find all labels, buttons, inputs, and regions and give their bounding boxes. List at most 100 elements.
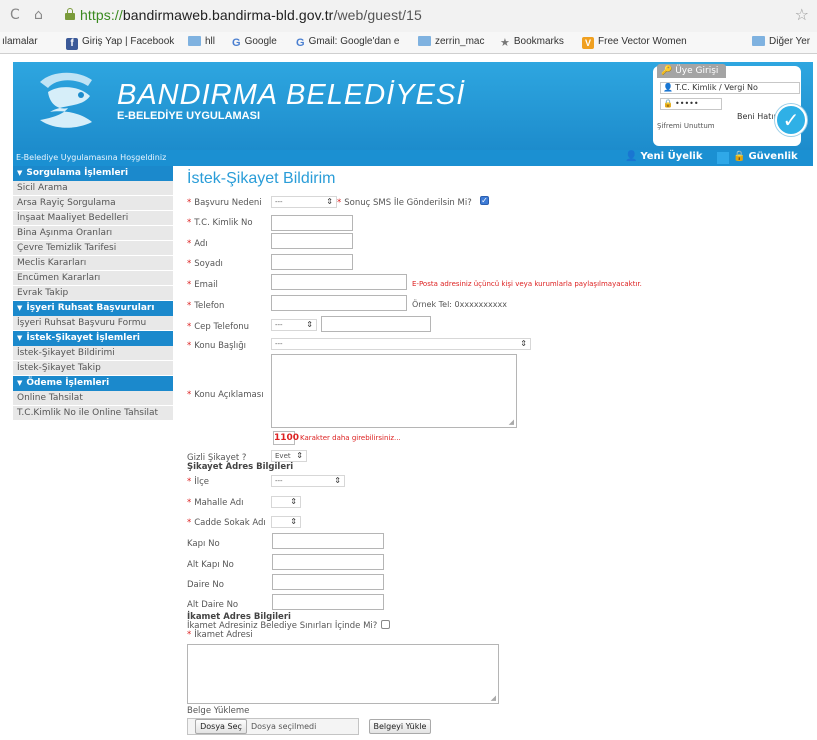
- sidebar-item[interactable]: Evrak Takip: [13, 286, 173, 301]
- char-counter-note: Karakter daha girebilirsiniz...: [300, 434, 401, 442]
- ad-input[interactable]: [271, 233, 353, 249]
- page-title: İstek-Şikayet Bildirim: [187, 170, 336, 187]
- sidebar: ▼ Sorgulama İşlemleri Sicil Arama Arsa Ra…: [13, 166, 173, 506]
- login-tab[interactable]: 🔑 Üye Girişi: [657, 64, 727, 78]
- site-header: BANDIRMA BELEDİYESİ E-BELEDİYE UYGULAMAS…: [13, 62, 813, 150]
- cadde-select[interactable]: ⇕: [271, 516, 301, 528]
- upload-button[interactable]: Belgeyi Yükle: [369, 719, 431, 734]
- bookmark-hll[interactable]: hll: [188, 36, 215, 47]
- cep-input[interactable]: [321, 316, 431, 332]
- telefon-hint: Örnek Tel: 0xxxxxxxxxx: [412, 300, 507, 309]
- section-istek-sikayet[interactable]: ▼ İstek-Şikayet İşlemleri: [13, 331, 173, 346]
- konu-aciklamasi-textarea[interactable]: ◢: [271, 354, 517, 428]
- bookmark-gmail[interactable]: G Gmail: Google'dan e: [296, 36, 399, 49]
- ilce-select[interactable]: --- ⇕: [271, 475, 345, 487]
- home-icon[interactable]: ⌂: [34, 7, 43, 23]
- bookmark-vector[interactable]: V Free Vector Women: [582, 36, 687, 49]
- sidebar-item[interactable]: Çevre Temizlik Tarifesi: [13, 241, 173, 256]
- label-mahalle: * Mahalle Adı: [187, 498, 244, 508]
- address-bar[interactable]: https://bandirmaweb.bandirma-bld.gov.tr/…: [80, 7, 422, 23]
- star-icon: ★: [500, 37, 510, 49]
- konu-basligi-select[interactable]: --- ⇕: [271, 338, 531, 350]
- basvuru-nedeni-select[interactable]: --- ⇕: [271, 196, 337, 208]
- updown-arrow-icon: ⇕: [334, 476, 341, 485]
- new-member-link[interactable]: 👤 Yeni Üyelik: [625, 151, 703, 162]
- label-ikamet-adres: * İkamet Adresi: [187, 630, 253, 640]
- section-odeme[interactable]: ▼ Ödeme İşlemleri: [13, 376, 173, 391]
- sidebar-item[interactable]: T.C.Kimlik No ile Online Tahsilat: [13, 406, 173, 421]
- updown-arrow-icon: ⇕: [290, 497, 297, 506]
- triangle-down-icon: ▼: [17, 334, 23, 342]
- password-field[interactable]: 🔒 •••••: [660, 98, 722, 110]
- facebook-icon: f: [66, 38, 78, 50]
- forgot-password-link[interactable]: Şifremi Unuttum: [657, 122, 715, 130]
- triangle-down-icon: ▼: [17, 169, 23, 177]
- bookmark-google[interactable]: G Google: [232, 36, 277, 49]
- sidebar-item[interactable]: İstek-Şikayet Takip: [13, 361, 173, 376]
- updown-arrow-icon: ⇕: [296, 451, 303, 460]
- telefon-input[interactable]: [271, 295, 407, 311]
- folder-icon: [418, 36, 431, 46]
- triangle-down-icon: ▼: [17, 304, 23, 312]
- alt-daire-input[interactable]: [272, 594, 384, 610]
- sidebar-item[interactable]: İnşaat Maaliyet Bedelleri: [13, 211, 173, 226]
- vector-icon: V: [582, 37, 594, 49]
- id-field[interactable]: 👤 T.C. Kimlik / Vergi No: [660, 82, 800, 94]
- label-telefon: * Telefon: [187, 301, 225, 311]
- bookmark-facebook[interactable]: f Giriş Yap | Facebook: [66, 36, 174, 50]
- updown-arrow-icon: ⇕: [520, 339, 527, 348]
- security-link[interactable]: 🔒 Güvenlik: [733, 151, 798, 162]
- label-cadde: * Cadde Sokak Adı: [187, 518, 266, 528]
- tc-input[interactable]: [271, 215, 353, 231]
- label-belge: Belge Yükleme: [187, 706, 250, 716]
- bookmark-zerrin[interactable]: zerrin_mac: [418, 36, 484, 47]
- bookmark-item[interactable]: ılamalar: [2, 36, 38, 47]
- mahalle-select[interactable]: ⇕: [271, 496, 301, 508]
- sidebar-item[interactable]: Sicil Arama: [13, 181, 173, 196]
- sidebar-item[interactable]: Arsa Rayiç Sorgulama: [13, 196, 173, 211]
- nav-divider: [717, 152, 729, 164]
- browser-toolbar: C ⌂ https://bandirmaweb.bandirma-bld.gov…: [0, 0, 817, 32]
- sidebar-item[interactable]: İşyeri Ruhsat Başvuru Formu: [13, 316, 173, 331]
- lock-small-icon: 🔒: [663, 99, 673, 108]
- bookmark-star-icon[interactable]: ☆: [795, 5, 809, 24]
- section-sorgulama[interactable]: ▼ Sorgulama İşlemleri: [13, 166, 173, 181]
- kapi-input[interactable]: [272, 533, 384, 549]
- reload-icon[interactable]: C: [10, 7, 20, 23]
- updown-arrow-icon: ⇕: [290, 517, 297, 526]
- daire-input[interactable]: [272, 574, 384, 590]
- ikamet-adres-textarea[interactable]: ◢: [187, 644, 499, 704]
- login-submit-button[interactable]: ✓: [775, 104, 807, 136]
- sidebar-item[interactable]: İstek-Şikayet Bildirimi: [13, 346, 173, 361]
- lock-icon: [65, 8, 75, 20]
- label-alt-kapi: Alt Kapı No: [187, 560, 234, 570]
- sms-checkbox[interactable]: ✓: [480, 196, 489, 205]
- bookmark-bookmarks[interactable]: ★ Bookmarks: [500, 36, 564, 49]
- label-sms: * Sonuç SMS İle Gönderilsin Mi?: [337, 198, 472, 208]
- bookmark-other[interactable]: Diğer Yer: [752, 36, 810, 47]
- email-input[interactable]: [271, 274, 407, 290]
- resize-grip-icon: ◢: [490, 694, 496, 702]
- sidebar-item[interactable]: Meclis Kararları: [13, 256, 173, 271]
- alt-kapi-input[interactable]: [272, 554, 384, 570]
- label-konu-basligi: * Konu Başlığı: [187, 341, 247, 351]
- nav-strip: E-Belediye Uygulamasına Hoşgeldiniz 👤 Yen…: [13, 150, 813, 166]
- label-email: * Email: [187, 280, 218, 290]
- brand-subtitle: E-BELEDİYE UYGULAMASI: [117, 110, 261, 122]
- ikamet-checkbox[interactable]: [381, 620, 390, 629]
- soyad-input[interactable]: [271, 254, 353, 270]
- sidebar-item[interactable]: Encümen Kararları: [13, 271, 173, 286]
- municipality-logo: [40, 72, 92, 128]
- welcome-text: E-Belediye Uygulamasına Hoşgeldiniz: [16, 153, 167, 162]
- sikayet-adres-heading: Şikayet Adres Bilgileri: [187, 462, 294, 472]
- gizli-select[interactable]: Evet ⇕: [271, 450, 307, 462]
- key-icon: 🔑: [661, 66, 673, 76]
- section-isyeri[interactable]: ▼ İşyeri Ruhsat Başvuruları: [13, 301, 173, 316]
- resize-grip-icon: ◢: [508, 418, 514, 426]
- google-icon: G: [232, 37, 241, 49]
- sidebar-item[interactable]: Online Tahsilat: [13, 391, 173, 406]
- cep-prefix-select[interactable]: --- ⇕: [271, 319, 317, 331]
- choose-file-button[interactable]: Dosya Seç: [195, 719, 247, 734]
- sidebar-item[interactable]: Bina Aşınma Oranları: [13, 226, 173, 241]
- label-kapi: Kapı No: [187, 539, 220, 549]
